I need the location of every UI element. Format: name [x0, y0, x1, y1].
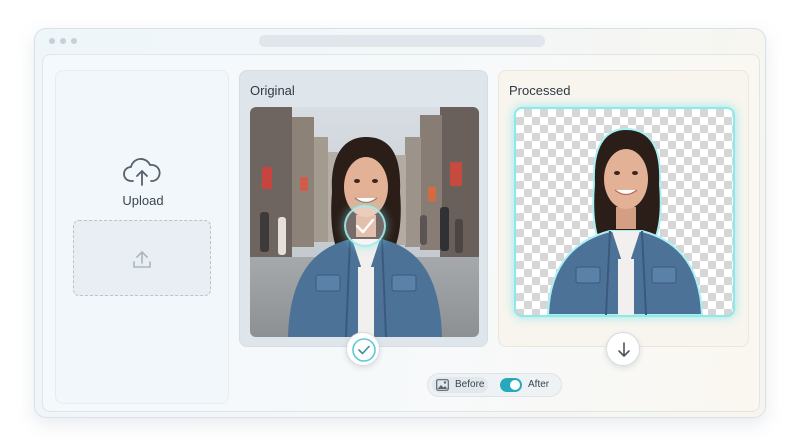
check-icon: [355, 218, 375, 234]
processed-panel: Processed: [498, 70, 749, 347]
download-arrow-icon: [618, 342, 630, 357]
before-label: Before: [455, 379, 485, 390]
toggle-knob: [510, 380, 520, 390]
window-dot[interactable]: [49, 38, 55, 44]
before-option[interactable]: Before: [432, 377, 488, 393]
confirm-button[interactable]: [346, 332, 380, 366]
original-title: Original: [250, 83, 295, 98]
original-panel: Original: [239, 70, 488, 347]
window-controls: [49, 38, 77, 44]
image-icon: [436, 379, 449, 391]
processing-check-overlay: [344, 205, 386, 247]
original-photo: [250, 107, 479, 337]
upload-arrow-icon: [133, 251, 151, 268]
upload-label[interactable]: Upload: [56, 193, 230, 208]
processed-title: Processed: [509, 83, 571, 98]
address-bar[interactable]: [259, 35, 545, 47]
window-dot[interactable]: [71, 38, 77, 44]
cutout-portrait-image: [546, 127, 704, 315]
check-circle-icon: [352, 338, 376, 362]
main-content: Upload Original Processed Before After: [42, 54, 760, 412]
app-window: Upload Original Processed Before After: [34, 28, 766, 418]
after-label: After: [528, 379, 550, 390]
upload-panel: Upload: [55, 70, 229, 404]
after-toggle-switch[interactable]: [500, 378, 522, 392]
cloud-upload-icon[interactable]: [122, 156, 162, 188]
window-dot[interactable]: [60, 38, 66, 44]
before-after-toggle: Before After: [427, 373, 562, 397]
upload-dropzone[interactable]: [73, 220, 211, 296]
processed-photo: [514, 107, 735, 317]
download-button[interactable]: [606, 332, 640, 366]
